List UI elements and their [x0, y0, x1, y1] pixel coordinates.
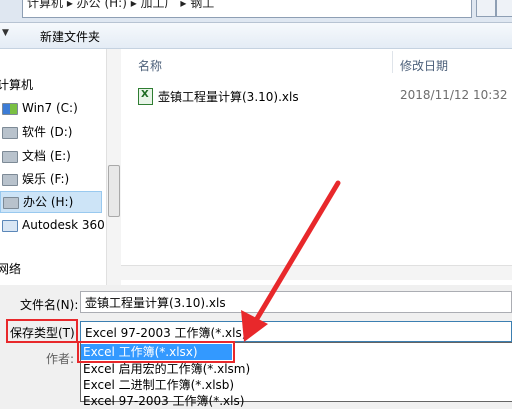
annotation-arrow-icon	[241, 180, 341, 342]
